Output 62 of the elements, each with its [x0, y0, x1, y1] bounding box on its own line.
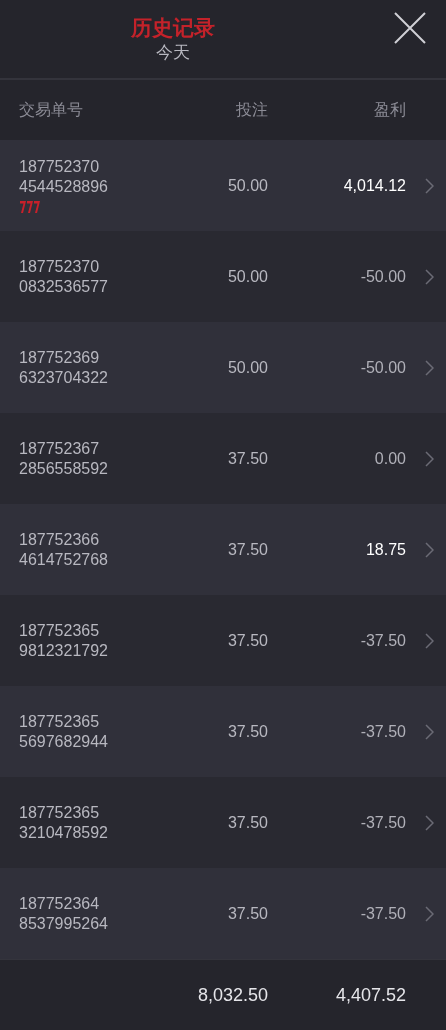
bet-row[interactable]: 187752365 3210478592 37.50 -37.50: [0, 777, 446, 868]
order-number: 8537995264: [19, 913, 109, 934]
order-number: 0832536577: [19, 276, 109, 297]
order-number: 3210478592: [19, 822, 109, 843]
chevron-right-icon: [425, 814, 434, 831]
order-number: 4544528896: [19, 176, 109, 197]
order-number: 187752367: [19, 438, 101, 459]
page-title: 历史记录: [131, 15, 215, 42]
chevron-right-icon: [425, 359, 434, 376]
order-number: 187752369: [19, 347, 101, 368]
bet-row[interactable]: 187752365 5697682944 37.50 -37.50: [0, 686, 446, 777]
stake-total: 8,032.50: [196, 983, 268, 1007]
order-number: 4614752768: [19, 549, 109, 570]
stake-cell-text: 37.50: [226, 903, 268, 924]
order-number: 187752365: [19, 802, 101, 823]
bet-row[interactable]: 187752365 9812321792 37.50 -37.50: [0, 595, 446, 686]
stake-cell-text: 37.50: [226, 721, 268, 742]
stake-cell-text: 50.00: [226, 175, 268, 196]
chevron-right-icon: [425, 177, 434, 194]
profit-cell-text: 0.00: [373, 448, 406, 469]
column-header: 投注: [235, 100, 268, 120]
chevron-right-icon: [425, 905, 434, 922]
profit-cell-text: -37.50: [359, 812, 406, 833]
chevron-right-icon: [425, 450, 434, 467]
profit-cell-text: -50.00: [359, 357, 406, 378]
chevron-right-icon: [425, 632, 434, 649]
order-number: 6323704322: [19, 367, 109, 388]
chevron-right-icon: [425, 541, 434, 558]
profit-cell-text: -37.50: [359, 903, 406, 924]
bet-row[interactable]: 187752369 6323704322 50.00 -50.00: [0, 322, 446, 413]
order-number: 187752370: [19, 156, 101, 177]
bet-row[interactable]: 187752367 2856558592 37.50 0.00: [0, 413, 446, 504]
order-number: 5697682944: [19, 731, 109, 752]
order-number: 187752365: [19, 711, 101, 732]
profit-cell-text: -50.00: [359, 266, 406, 287]
bet-row[interactable]: 187752370 0832536577 50.00 -50.00: [0, 231, 446, 322]
order-number: 187752365: [19, 620, 101, 641]
stake-cell-text: 50.00: [226, 266, 268, 287]
date-filter[interactable]: 今天: [156, 41, 190, 63]
order-number: 9812321792: [19, 640, 109, 661]
bet-row[interactable]: 187752370 4544528896 50.00 4,014.12: [0, 140, 446, 231]
profit-cell-text: 4,014.12: [342, 175, 406, 196]
order-number: 187752364: [19, 893, 101, 914]
close-button[interactable]: [392, 10, 428, 46]
profit-total: 4,407.52: [334, 983, 406, 1007]
stake-cell-text: 37.50: [226, 630, 268, 651]
order-number: 187752366: [19, 529, 101, 550]
order-number: 187752370: [19, 256, 101, 277]
bet-row[interactable]: 187752366 4614752768 37.50 18.75: [0, 504, 446, 595]
profit-cell-text: 18.75: [364, 539, 406, 560]
column-header: 交易单号: [19, 100, 84, 120]
stake-cell-text: 37.50: [226, 812, 268, 833]
stake-cell-text: 37.50: [226, 448, 268, 469]
profit-cell-text: -37.50: [359, 630, 406, 651]
column-header: 盈利: [373, 100, 406, 120]
order-number: 2856558592: [19, 458, 109, 479]
chevron-right-icon: [425, 268, 434, 285]
stake-cell-text: 37.50: [226, 539, 268, 560]
profit-cell-text: -37.50: [359, 721, 406, 742]
chevron-right-icon: [425, 723, 434, 740]
bet-row[interactable]: 187752364 8537995264 37.50 -37.50: [0, 868, 446, 959]
stake-cell-text: 50.00: [226, 357, 268, 378]
